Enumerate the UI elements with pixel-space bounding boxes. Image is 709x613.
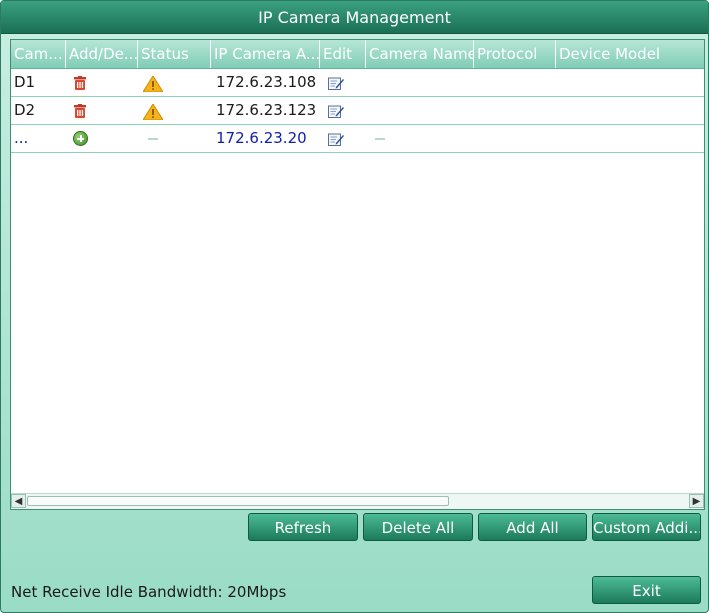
table-header: Cam... Add/De... Status IP Camera A... E…	[11, 40, 704, 69]
column-header-camera-name[interactable]: Camera Name	[366, 40, 474, 68]
column-header-device-model[interactable]: Device Model	[556, 40, 704, 68]
table-row[interactable]: ... 172.6.23.20	[11, 125, 704, 153]
dash-icon	[375, 138, 385, 140]
scroll-left-icon[interactable]: ◀	[11, 494, 26, 508]
refresh-button[interactable]: Refresh	[248, 513, 358, 541]
column-header-protocol[interactable]: Protocol	[474, 40, 556, 68]
edit-icon[interactable]	[328, 104, 344, 118]
ip-address-cell: 172.6.23.108	[216, 73, 317, 91]
table-row[interactable]: D2 172.6.23.123	[11, 97, 704, 125]
column-header-ip-address[interactable]: IP Camera A...	[211, 40, 320, 68]
warning-icon	[143, 76, 163, 92]
column-header-add-delete[interactable]: Add/De...	[66, 40, 138, 68]
dash-icon	[148, 138, 158, 140]
warning-icon	[143, 104, 163, 120]
edit-icon[interactable]	[328, 76, 344, 90]
column-header-camera[interactable]: Cam...	[11, 40, 66, 68]
camera-name-cell	[366, 97, 474, 124]
camera-id-cell: D2	[14, 101, 36, 119]
ip-address-cell: 172.6.23.20	[216, 129, 307, 147]
column-header-status[interactable]: Status	[138, 40, 211, 68]
scrollbar-thumb[interactable]	[27, 496, 449, 506]
camera-id-cell: D1	[14, 73, 36, 91]
column-header-edit[interactable]: Edit	[320, 40, 366, 68]
add-icon[interactable]	[73, 131, 88, 146]
add-all-button[interactable]: Add All	[478, 513, 587, 541]
table-row[interactable]: D1 172.6.23.108	[11, 69, 704, 97]
ip-address-cell: 172.6.23.123	[216, 101, 317, 119]
device-model-cell	[556, 69, 704, 96]
protocol-cell	[474, 125, 556, 152]
protocol-cell	[474, 69, 556, 96]
camera-name-cell	[366, 69, 474, 96]
custom-adding-button[interactable]: Custom Addi...	[592, 513, 701, 541]
device-model-cell	[556, 97, 704, 124]
edit-icon[interactable]	[328, 132, 344, 146]
exit-button[interactable]: Exit	[592, 576, 701, 604]
ip-camera-management-window: IP Camera Management Cam... Add/De... St…	[0, 0, 709, 613]
delete-icon[interactable]	[73, 76, 87, 90]
device-model-cell	[556, 125, 704, 152]
protocol-cell	[474, 97, 556, 124]
camera-id-cell: ...	[14, 129, 29, 147]
horizontal-scrollbar[interactable]: ◀ ▶	[11, 493, 704, 509]
delete-all-button[interactable]: Delete All	[363, 513, 473, 541]
camera-table: Cam... Add/De... Status IP Camera A... E…	[10, 39, 705, 510]
scroll-right-icon[interactable]: ▶	[689, 494, 704, 508]
delete-icon[interactable]	[73, 104, 87, 118]
bandwidth-status: Net Receive Idle Bandwidth: 20Mbps	[11, 583, 287, 601]
window-title: IP Camera Management	[1, 1, 708, 34]
